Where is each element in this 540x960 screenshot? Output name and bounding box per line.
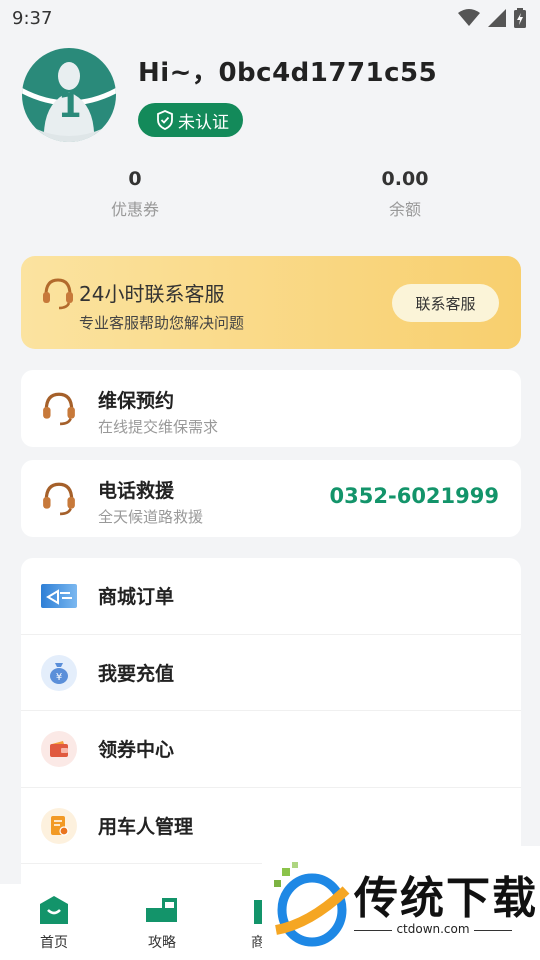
status-bar: 9:37 bbox=[0, 0, 540, 36]
coupon-count: 0 bbox=[128, 168, 142, 190]
order-icon bbox=[41, 584, 77, 608]
roadside-rescue-card[interactable]: 电话救援 全天候道路救援 0352-6021999 bbox=[21, 460, 521, 537]
signal-icon bbox=[488, 9, 506, 27]
money-bag-icon: ¥ bbox=[41, 654, 77, 691]
watermark-emblem-icon bbox=[274, 862, 350, 947]
coupon-label: 优惠券 bbox=[110, 200, 159, 219]
headset-icon bbox=[43, 278, 73, 310]
tab-guide[interactable]: 攻略 bbox=[127, 894, 197, 952]
banner-subtitle: 专业客服帮助您解决问题 bbox=[79, 314, 245, 332]
maintenance-booking-card[interactable]: 维保预约 在线提交维保需求 bbox=[21, 370, 521, 447]
tab-home-label: 首页 bbox=[40, 935, 68, 951]
coupon-stat[interactable]: 0 优惠券 bbox=[0, 168, 270, 220]
user-greeting: Hi~，0bc4d1771c55 bbox=[138, 58, 438, 88]
avatar-number: 1 bbox=[58, 86, 82, 126]
balance-stat[interactable]: 0.00 余额 bbox=[270, 168, 540, 220]
rescue-title: 电话救援 bbox=[98, 480, 175, 502]
banner-title: 24小时联系客服 bbox=[79, 282, 225, 306]
balance-value: 0.00 bbox=[381, 168, 429, 190]
verify-status-button[interactable]: 未认证 bbox=[138, 103, 243, 137]
tab-guide-label: 攻略 bbox=[148, 935, 176, 951]
menu-item-coupon-center[interactable]: 领券中心 bbox=[21, 711, 521, 788]
contact-service-button[interactable]: 联系客服 bbox=[392, 284, 499, 322]
menu-item-mall-orders[interactable]: 商城订单 bbox=[21, 558, 521, 635]
rescue-phone-link[interactable]: 0352-6021999 bbox=[330, 484, 499, 508]
svg-text:¥: ¥ bbox=[56, 672, 62, 683]
balance-label: 余额 bbox=[388, 200, 421, 219]
menu-item-recharge[interactable]: ¥ 我要充值 bbox=[21, 635, 521, 711]
headset-icon bbox=[43, 392, 75, 426]
menu-item-label: 商城订单 bbox=[98, 586, 175, 609]
document-icon bbox=[41, 807, 77, 844]
profile-header: 1 Hi~，0bc4d1771c55 未认证 bbox=[22, 48, 437, 142]
wallet-icon bbox=[41, 731, 77, 767]
watermark-url: ctdown.com bbox=[396, 922, 470, 936]
customer-service-banner: 24小时联系客服 专业客服帮助您解决问题 联系客服 bbox=[21, 256, 521, 349]
watermark-logo: 传统下载 ctdown.com bbox=[262, 846, 540, 960]
headset-icon bbox=[43, 482, 75, 516]
status-icons bbox=[458, 8, 526, 28]
wifi-icon bbox=[458, 9, 480, 26]
maintenance-title: 维保预约 bbox=[98, 390, 175, 412]
menu-item-label: 领券中心 bbox=[98, 739, 175, 762]
rescue-subtitle: 全天候道路救援 bbox=[98, 508, 204, 526]
shield-check-icon bbox=[157, 110, 173, 130]
verify-status-label: 未认证 bbox=[178, 112, 229, 133]
tab-home[interactable]: 首页 bbox=[19, 894, 89, 952]
status-time: 9:37 bbox=[12, 7, 53, 29]
menu-item-label: 我要充值 bbox=[98, 662, 175, 685]
battery-icon bbox=[514, 8, 526, 28]
menu-item-label: 用车人管理 bbox=[98, 815, 194, 838]
avatar[interactable]: 1 bbox=[22, 48, 116, 142]
truck-icon bbox=[146, 898, 177, 922]
maintenance-subtitle: 在线提交维保需求 bbox=[98, 418, 219, 436]
home-icon bbox=[40, 896, 68, 924]
account-stats: 0 优惠券 0.00 余额 bbox=[0, 168, 540, 220]
watermark-text: 传统下载 bbox=[354, 873, 538, 924]
